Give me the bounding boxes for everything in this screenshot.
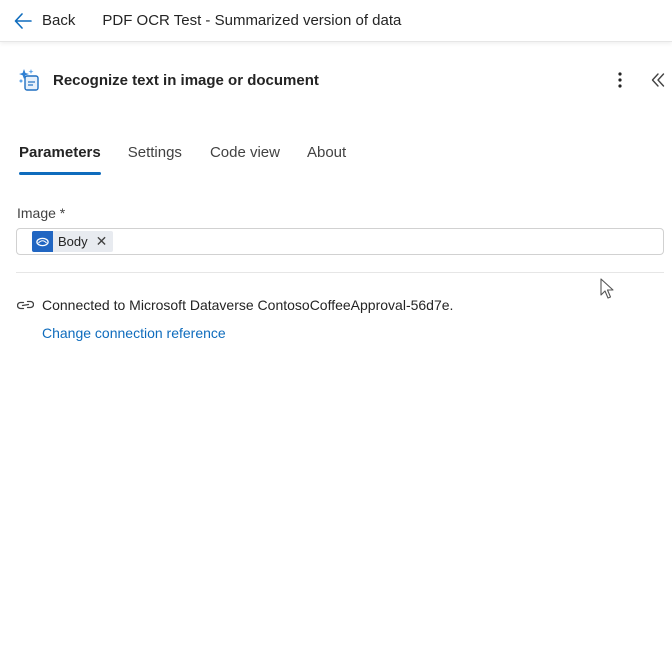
mouse-cursor-icon <box>600 278 614 299</box>
more-vertical-icon <box>618 72 622 88</box>
arrow-left-icon <box>14 12 32 29</box>
double-chevron-left-icon <box>651 73 665 87</box>
action-title: Recognize text in image or document <box>53 71 319 89</box>
tab-list: Parameters Settings Code view About <box>0 140 346 176</box>
back-label: Back <box>42 12 76 29</box>
token-label: Body <box>58 234 88 249</box>
flow-title: PDF OCR Test - Summarized version of dat… <box>102 12 402 29</box>
image-field-label: Image * <box>17 205 66 221</box>
action-header: Recognize text in image or document <box>0 62 672 98</box>
connection-status: Connected to Microsoft Dataverse Contoso… <box>17 297 453 313</box>
section-divider <box>16 272 664 273</box>
connection-text: Connected to Microsoft Dataverse Contoso… <box>42 297 454 313</box>
more-options-button[interactable] <box>610 68 630 92</box>
tab-about[interactable]: About <box>307 140 346 166</box>
collapse-pane-button[interactable] <box>648 68 668 92</box>
action-config-pane: Back PDF OCR Test - Summarized version o… <box>0 0 672 659</box>
remove-token-icon[interactable]: ✕ <box>96 233 108 250</box>
tab-settings[interactable]: Settings <box>128 140 182 166</box>
image-input[interactable]: Body ✕ <box>16 228 664 255</box>
top-bar: Back PDF OCR Test - Summarized version o… <box>0 0 672 42</box>
tab-parameters[interactable]: Parameters <box>19 140 101 175</box>
back-button[interactable]: Back <box>14 12 75 29</box>
body-token[interactable]: Body ✕ <box>32 231 114 252</box>
dataverse-icon <box>32 231 53 252</box>
link-icon <box>17 300 34 310</box>
tab-code-view[interactable]: Code view <box>210 140 280 166</box>
ai-document-sparkle-icon <box>17 67 43 93</box>
change-connection-link[interactable]: Change connection reference <box>42 325 226 341</box>
